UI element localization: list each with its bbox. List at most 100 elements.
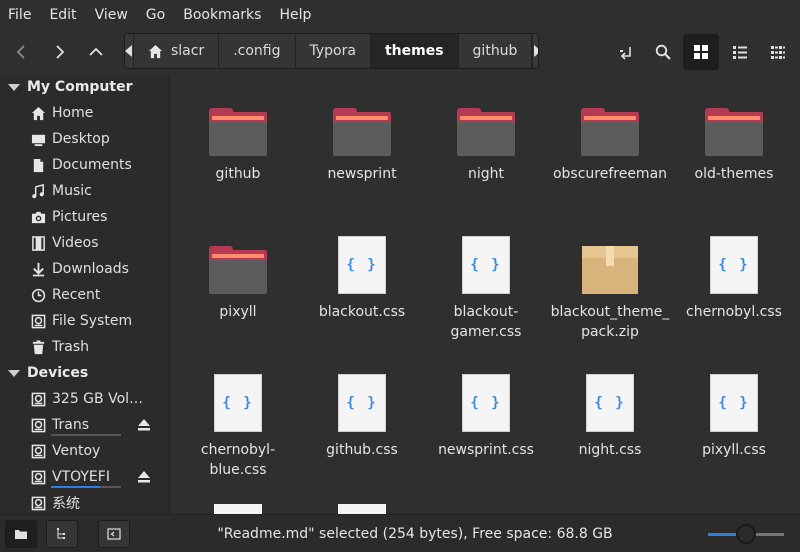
sidebar-item-documents[interactable]: Documents — [0, 152, 169, 178]
list-view-button[interactable] — [722, 34, 758, 70]
eject-icon[interactable] — [137, 470, 151, 484]
sidebar-section-devices[interactable]: Devices — [0, 360, 169, 386]
sidebar-item-label: Trans — [52, 417, 89, 433]
sidebar-item-vtoyefi[interactable]: VTOYEFI — [0, 464, 169, 490]
expander-arrow-icon — [8, 83, 20, 91]
icon-view-button[interactable] — [683, 34, 719, 70]
file-item[interactable]: { } chernobyl-blue.css — [176, 370, 300, 480]
breadcrumb-item-themes[interactable]: themes — [370, 34, 459, 68]
sidebar-item-devices-4[interactable]: 系统 — [0, 490, 169, 514]
up-button[interactable] — [81, 37, 111, 67]
document-icon — [30, 157, 46, 173]
status-text: "Readme.md" selected (254 bytes), Free s… — [217, 526, 613, 542]
caret-right-icon — [534, 45, 538, 57]
menu-file[interactable]: File — [8, 7, 31, 23]
back-button[interactable] — [7, 37, 37, 67]
toolbar: slacr .config Typora themes github — [0, 30, 800, 74]
css-glyph: { } — [222, 395, 254, 411]
menu-view[interactable]: View — [95, 7, 128, 23]
sidebar-item-325-gb-vol[interactable]: 325 GB Vol… — [0, 386, 169, 412]
file-item[interactable]: { } github.css — [300, 370, 424, 460]
eject-icon[interactable] — [137, 418, 151, 432]
zoom-slider-handle[interactable] — [736, 524, 756, 544]
sidebar-item-label: 325 GB Vol… — [52, 391, 144, 407]
sidebar-item-label: Music — [52, 183, 92, 199]
sidebar-item-label: Recent — [52, 287, 101, 303]
folder-item[interactable]: obscurefreeman — [548, 94, 672, 184]
css-glyph: { } — [346, 257, 378, 273]
search-button[interactable] — [645, 34, 681, 70]
breadcrumb-scroll-right[interactable] — [532, 34, 538, 68]
file-name: github — [215, 166, 261, 182]
folder-item[interactable]: night — [424, 94, 548, 184]
desktop-icon — [30, 131, 46, 147]
file-item[interactable]: { } night.css — [548, 370, 672, 460]
breadcrumb-label: Typora — [309, 43, 356, 59]
sidebar-item-pictures[interactable]: Pictures — [0, 204, 169, 230]
sidebar: My Computer Home Desktop Documents Music Pic… — [0, 74, 170, 514]
file-icon-wrap — [176, 232, 300, 294]
camera-icon — [30, 209, 46, 225]
sidebar-item-trans[interactable]: Trans — [0, 412, 169, 438]
file-item[interactable]: blackout_theme_pack.zip — [548, 232, 672, 342]
menu-go[interactable]: Go — [146, 7, 165, 23]
open-terminal-button[interactable] — [608, 34, 644, 70]
drive-icon — [30, 443, 46, 459]
expander-arrow-icon — [8, 369, 20, 377]
css-file-icon: { } — [338, 236, 386, 294]
drive-icon — [30, 391, 46, 407]
chevron-right-icon — [56, 45, 65, 59]
sidebar-item-label: Pictures — [52, 209, 108, 225]
file-name: chernobyl-blue.css — [200, 442, 276, 478]
sidebar-item-desktop[interactable]: Desktop — [0, 126, 169, 152]
breadcrumb-item-slacr[interactable]: slacr — [134, 34, 220, 68]
file-name: blackout.css — [318, 304, 406, 320]
breadcrumb-label: themes — [384, 43, 444, 59]
css-file-icon: { } — [710, 236, 758, 294]
sidebar-item-label: 系统 — [52, 496, 80, 512]
chevron-up-icon — [89, 47, 103, 56]
css-glyph: { } — [346, 395, 378, 411]
sidebar-item-home[interactable]: Home — [0, 100, 169, 126]
sidebar-item-videos[interactable]: Videos — [0, 230, 169, 256]
sidebar-item-ventoy[interactable]: Ventoy — [0, 438, 169, 464]
sidebar-item-label: Downloads — [52, 261, 129, 277]
file-item[interactable]: { } pixyll.css — [672, 370, 796, 460]
file-icon-wrap — [424, 94, 548, 156]
file-item-partial[interactable] — [214, 504, 262, 514]
menu-bookmarks[interactable]: Bookmarks — [183, 7, 261, 23]
folder-item[interactable]: old-themes — [672, 94, 796, 184]
folder-icon — [705, 108, 763, 156]
disk-usage-bar — [51, 486, 121, 488]
sidebar-item-trash[interactable]: Trash — [0, 334, 169, 360]
sidebar-section-my-computer[interactable]: My Computer — [0, 74, 169, 100]
folder-item[interactable]: pixyll — [176, 232, 300, 322]
folder-item[interactable]: github — [176, 94, 300, 184]
file-icon-wrap — [548, 94, 672, 156]
breadcrumb-item-typora[interactable]: Typora — [296, 34, 371, 68]
compact-view-button[interactable] — [760, 34, 796, 70]
breadcrumb-item-github[interactable]: github — [459, 34, 533, 68]
sidebar-item-downloads[interactable]: Downloads — [0, 256, 169, 282]
file-name: github.css — [326, 442, 398, 458]
sidebar-item-label: Trash — [52, 339, 89, 355]
file-item[interactable]: { } chernobyl.css — [672, 232, 796, 322]
file-name: newsprint — [327, 166, 397, 182]
breadcrumb-item-config[interactable]: .config — [219, 34, 296, 68]
status-bar: "Readme.md" selected (254 bytes), Free s… — [0, 514, 800, 552]
file-item-partial[interactable] — [338, 504, 386, 514]
sidebar-item-recent[interactable]: Recent — [0, 282, 169, 308]
folder-item[interactable]: newsprint — [300, 94, 424, 184]
file-item[interactable]: { } blackout-gamer.css — [424, 232, 548, 342]
sidebar-item-file-system[interactable]: File System — [0, 308, 169, 334]
home-icon — [30, 105, 46, 121]
file-item[interactable]: { } blackout.css — [300, 232, 424, 322]
disk-usage-bar — [51, 434, 121, 436]
forward-button[interactable] — [44, 37, 74, 67]
file-item[interactable]: { } newsprint.css — [424, 370, 548, 460]
sidebar-item-music[interactable]: Music — [0, 178, 169, 204]
menu-edit[interactable]: Edit — [49, 7, 76, 23]
menu-help[interactable]: Help — [279, 7, 311, 23]
breadcrumb-label: github — [472, 43, 518, 59]
breadcrumb-scroll-left[interactable] — [125, 34, 134, 68]
